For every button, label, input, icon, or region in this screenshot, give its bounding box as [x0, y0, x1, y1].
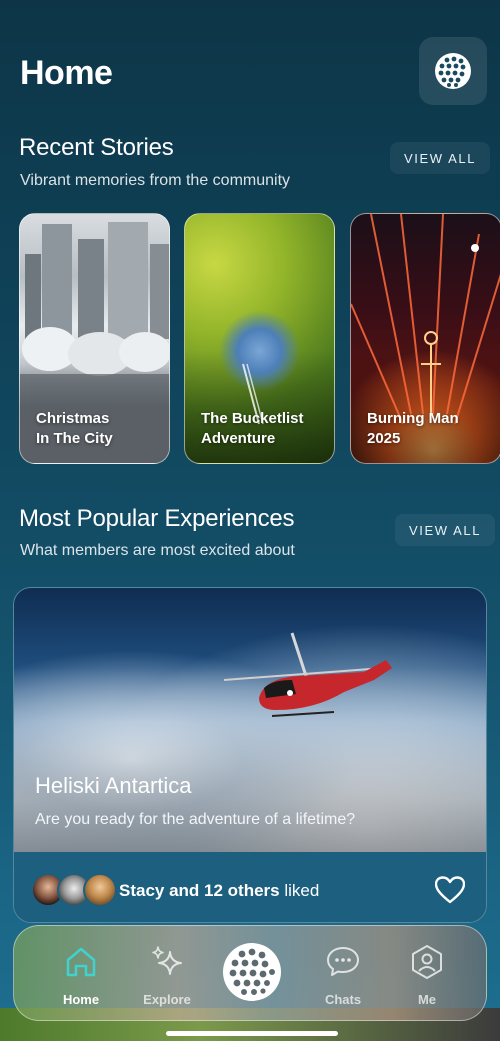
page-title: Home	[20, 54, 113, 92]
golf-ball-icon	[435, 53, 471, 89]
nav-item-chats[interactable]: Chats	[303, 944, 383, 1014]
golf-ball-nav-icon[interactable]	[222, 942, 282, 1002]
home-screen: Home Recent Stories Vibrant memories fro…	[0, 0, 500, 1041]
nav-item-home[interactable]: Home	[41, 944, 121, 1014]
heart-icon[interactable]	[435, 876, 465, 904]
liked-by-names: Stacy and 12 others	[119, 881, 280, 900]
experience-subtitle: Are you ready for the adventure of a lif…	[35, 811, 356, 828]
story-label: Burning Man 2025	[367, 410, 459, 447]
nav-label-chats: Chats	[324, 992, 362, 1007]
recent-stories-view-all-button[interactable]: VIEW ALL	[390, 142, 491, 174]
recent-stories-title: Recent Stories	[19, 134, 174, 161]
nav-label-me: Me	[417, 992, 437, 1007]
bottom-nav: Home Explore Chats Me	[13, 925, 487, 1021]
nav-label-home: Home	[62, 992, 100, 1007]
popular-view-all-button[interactable]: VIEW ALL	[395, 514, 496, 546]
popular-title: Most Popular Experiences	[19, 505, 295, 532]
home-icon	[66, 947, 96, 977]
heliski-image: Heliski Antartica Are you ready for the …	[14, 588, 486, 852]
liked-by-text[interactable]: Stacy and 12 others liked	[119, 881, 319, 901]
nav-item-me[interactable]: Me	[387, 944, 467, 1014]
recent-stories-subtitle: Vibrant memories from the community	[20, 172, 291, 189]
experience-title: Heliski Antartica	[35, 773, 192, 798]
nav-item-explore[interactable]: Explore	[127, 944, 207, 1014]
popular-subtitle: What members are most excited about	[20, 542, 295, 559]
story-card-burning-man[interactable]: Burning Man 2025	[350, 213, 500, 464]
story-card-bucketlist[interactable]: The Bucketlist Adventure	[184, 213, 335, 464]
profile-hexagon-icon	[412, 945, 442, 979]
story-card-christmas[interactable]: Christmas In The City	[19, 213, 170, 464]
chat-bubble-icon	[327, 947, 359, 976]
home-indicator[interactable]	[166, 1031, 338, 1036]
avatar[interactable]	[83, 873, 117, 907]
golf-ball-button[interactable]	[419, 37, 487, 105]
liked-suffix: liked	[279, 881, 320, 900]
story-label: Christmas In The City	[36, 410, 113, 447]
nav-label-explore: Explore	[143, 992, 191, 1007]
experience-card[interactable]: Heliski Antartica Are you ready for the …	[13, 587, 487, 923]
sparkle-icon	[152, 946, 182, 975]
story-label: The Bucketlist Adventure	[201, 410, 304, 447]
